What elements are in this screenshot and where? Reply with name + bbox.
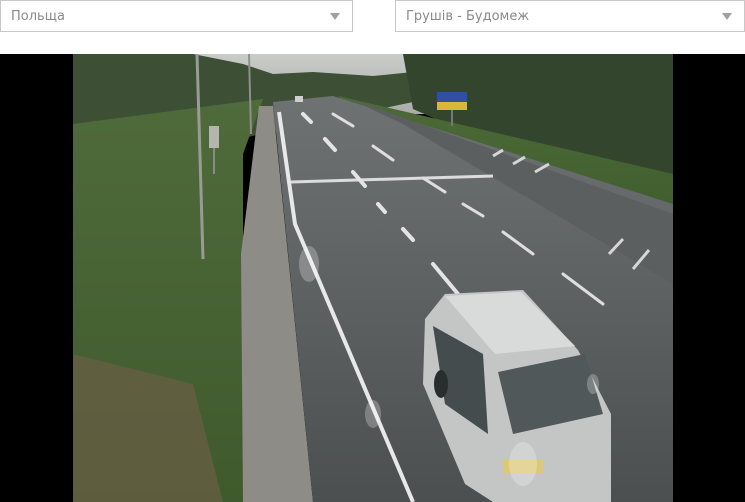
camera-feed xyxy=(73,54,673,502)
country-select-value: Польща xyxy=(11,8,65,24)
crossing-select[interactable]: Грушів - Будомеж xyxy=(395,0,745,32)
crossing-select-value: Грушів - Будомеж xyxy=(406,8,530,24)
chevron-down-icon xyxy=(330,12,340,20)
country-select[interactable]: Польща xyxy=(0,0,353,32)
distant-car xyxy=(295,96,303,102)
chevron-down-icon xyxy=(722,12,732,20)
road-sign-small xyxy=(209,126,219,148)
camera-frame xyxy=(0,54,745,502)
camera-image xyxy=(73,54,673,502)
